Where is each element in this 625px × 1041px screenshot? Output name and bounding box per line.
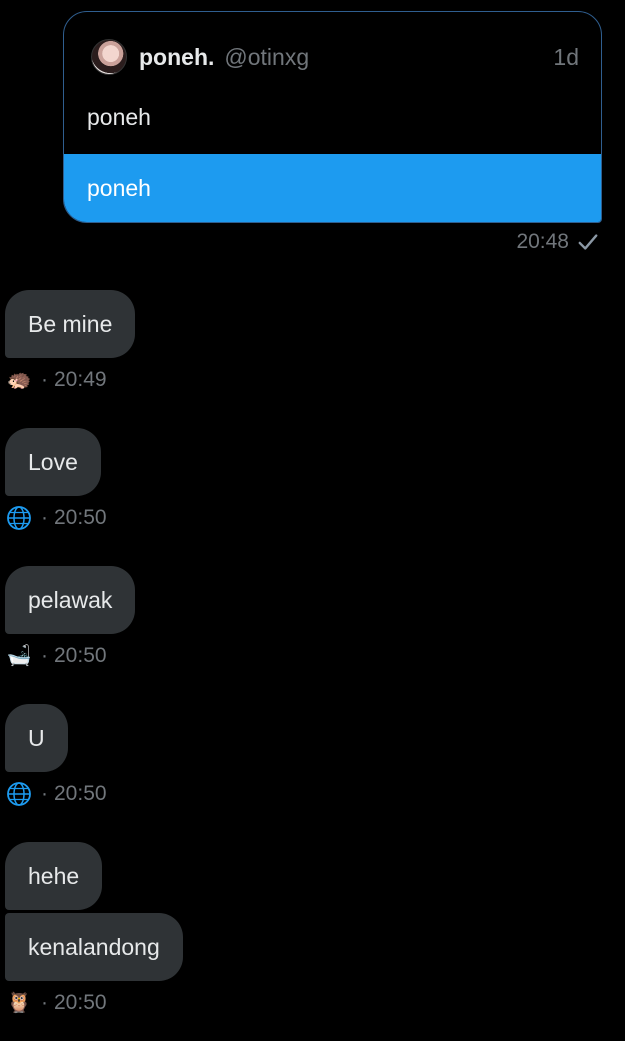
message-meta: 🦉 · 20:50 — [5, 988, 107, 1018]
message-time: 20:50 — [54, 506, 107, 529]
separator: · — [41, 368, 48, 391]
message-meta: 🛁 · 20:50 — [5, 641, 107, 671]
quoted-display-name: poneh. — [139, 43, 215, 70]
received-message[interactable]: hehe — [5, 842, 103, 910]
hedgehog-icon[interactable]: 🦔 — [5, 366, 33, 394]
globe-icon[interactable] — [5, 504, 33, 532]
owl-icon[interactable]: 🦉 — [5, 989, 33, 1017]
sent-message-text: poneh — [64, 154, 601, 222]
message-text: Love — [28, 448, 78, 475]
received-message[interactable]: U — [5, 704, 68, 772]
separator: · — [41, 991, 48, 1014]
received-message[interactable]: Love — [5, 428, 101, 496]
sent-time: 20:48 — [516, 230, 569, 253]
separator: · — [41, 644, 48, 667]
separator: · — [41, 782, 48, 805]
globe-icon[interactable] — [5, 780, 33, 808]
sent-message-meta: 20:48 — [516, 230, 599, 254]
message-time: 20:50 — [54, 782, 107, 805]
message-meta: · 20:50 — [5, 503, 107, 533]
quoted-handle: @otinxg — [224, 43, 310, 70]
message-text: hehe — [28, 862, 80, 889]
message-meta: 🦔 · 20:49 — [5, 365, 107, 395]
check-icon — [578, 234, 598, 250]
message-time: 20:49 — [54, 368, 107, 391]
message-time: 20:50 — [54, 991, 107, 1014]
message-text: kenalandong — [28, 933, 160, 960]
received-message[interactable]: pelawak — [5, 566, 136, 634]
quoted-age: 1d — [553, 43, 579, 70]
message-time: 20:50 — [54, 644, 107, 667]
message-text: pelawak — [28, 586, 113, 613]
avatar[interactable] — [91, 39, 127, 75]
received-message[interactable]: Be mine — [5, 290, 136, 358]
quoted-tweet-header[interactable]: poneh. @otinxg 1d — [91, 39, 579, 75]
separator: · — [41, 506, 48, 529]
quoted-tweet-text: poneh — [87, 104, 151, 130]
message-meta: · 20:50 — [5, 779, 107, 809]
message-text: U — [28, 724, 45, 751]
bathtub-icon[interactable]: 🛁 — [5, 642, 33, 670]
sent-message-card[interactable]: poneh. @otinxg 1d poneh poneh — [63, 11, 602, 223]
message-text: Be mine — [28, 310, 113, 337]
received-message[interactable]: kenalandong — [5, 913, 183, 981]
